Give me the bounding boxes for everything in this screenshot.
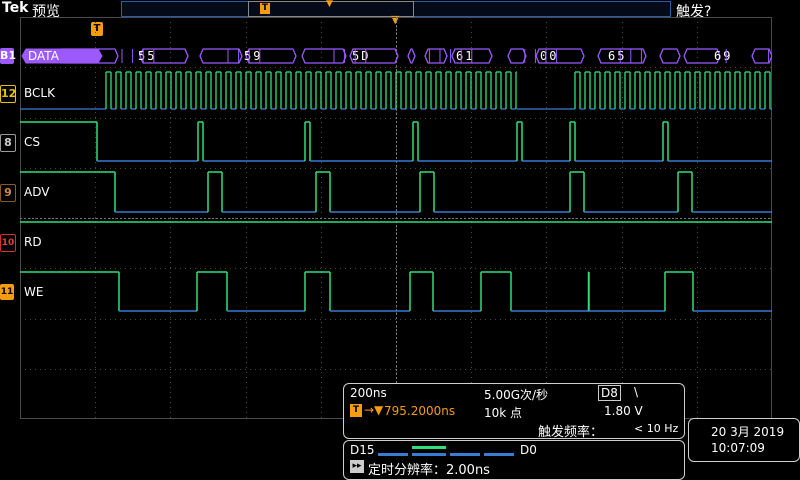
date-display: 20 3月 2019	[711, 425, 785, 439]
timing-resolution-icon: ▸▸	[350, 460, 364, 473]
channel-badge-b1[interactable]: B1	[0, 48, 16, 64]
bus-value: 69	[714, 49, 732, 63]
waveform-traces	[20, 71, 772, 312]
trigger-source[interactable]: D8	[598, 385, 621, 401]
time-display: 10:07:09	[711, 441, 765, 455]
channel-badge-d10[interactable]: 10	[0, 234, 16, 252]
trigger-delay-icon: T	[350, 404, 362, 417]
channel-label-adv: ADV	[24, 185, 50, 199]
trigger-frequency-value: < 10 Hz	[634, 422, 679, 435]
trigger-frequency-label: 触发频率：	[538, 425, 604, 440]
channel-badge-d12[interactable]: 12	[0, 85, 16, 103]
bus-decode-values: 55 59 5D 61 00 65 69	[21, 48, 772, 64]
waveform-graticule[interactable]: 55 59 5D 61 00 65 69	[20, 17, 772, 419]
overview-trigger-marker: T	[260, 3, 270, 14]
channel-label-data: DATA	[28, 49, 59, 63]
timing-resolution-value: 定时分辨率：2.00ns	[368, 463, 490, 478]
bus-segment	[199, 48, 243, 64]
datetime-panel: 20 3月 2019 10:07:09	[688, 418, 800, 462]
channel-label-cs: CS	[24, 135, 40, 149]
top-bar: Tek 预览 T ▼ 触发?	[0, 0, 800, 20]
trigger-level-value[interactable]: 1.80 V	[604, 404, 643, 418]
channel-badge-d8[interactable]: 8	[0, 134, 16, 152]
channel-label-rd: RD	[24, 235, 42, 249]
bus-value: 65	[608, 49, 626, 63]
bus-segment	[407, 48, 416, 64]
delay-arrow-icon: →▼	[364, 403, 384, 417]
d15-label: D15	[350, 443, 375, 457]
trigger-slope-icon: \	[634, 385, 639, 399]
overview-position-marker-icon: ▼	[326, 0, 333, 9]
bus-value: 00	[540, 49, 558, 63]
timebase-value[interactable]: 200ns	[350, 386, 387, 400]
record-length-value[interactable]: 10k 点	[484, 404, 522, 421]
channel-badge-d9[interactable]: 9	[0, 184, 16, 202]
horizontal-position-value[interactable]: 795.2000ns	[384, 404, 455, 418]
brand-logo: Tek	[2, 0, 29, 16]
channel-label-we: WE	[24, 285, 44, 299]
channel-badge-d11[interactable]: 11	[0, 284, 14, 300]
acquisition-settings-panel[interactable]: 200ns 5.00G次/秒 D8 \ T →▼ 795.2000ns 10k …	[343, 383, 685, 440]
bus-segment	[507, 48, 527, 64]
digital-activity-indicators	[378, 446, 514, 456]
bus-segment	[424, 48, 448, 64]
sample-rate-value: 5.00G次/秒	[484, 388, 549, 402]
bus-segment	[301, 48, 347, 64]
bus-segment	[659, 48, 681, 64]
channel-label-bclk: BCLK	[24, 86, 55, 100]
d0-label: D0	[520, 443, 537, 457]
digital-channels-panel[interactable]: D15 D0 ▸▸ 定时分辨率：2.00ns	[343, 440, 685, 480]
